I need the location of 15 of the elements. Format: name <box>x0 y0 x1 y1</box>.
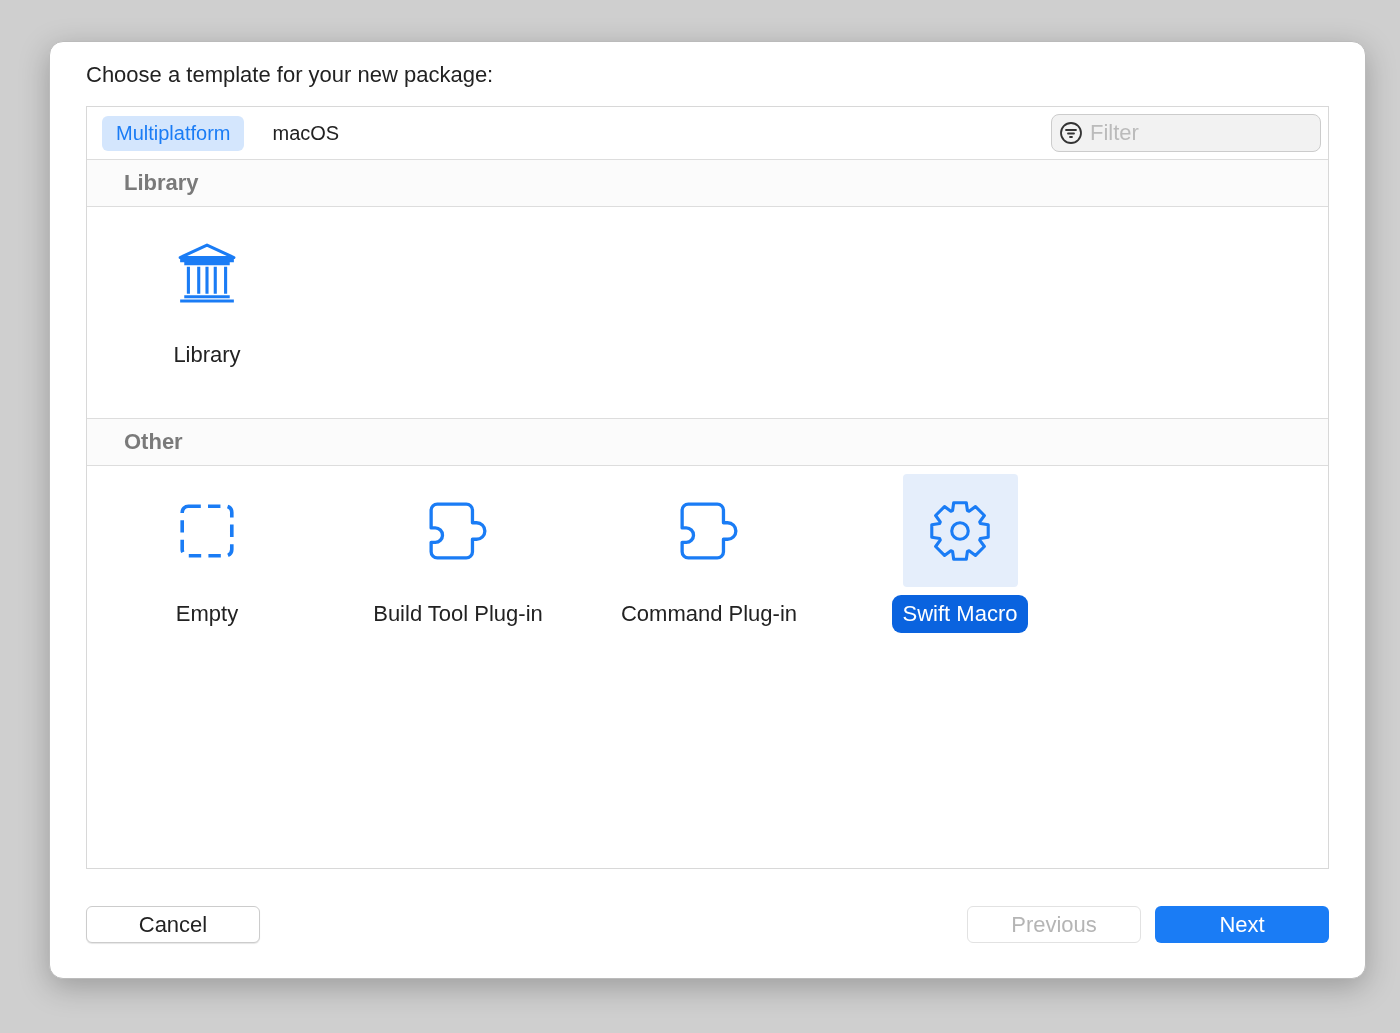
dialog-button[interactable]: Next <box>1155 906 1329 943</box>
dialog-title: Choose a template for your new package: <box>86 62 495 89</box>
template-label[interactable]: Swift Macro <box>891 595 1029 633</box>
section-header: Library <box>87 160 1328 207</box>
tab[interactable]: macOS <box>258 115 354 151</box>
template-label[interactable]: Command Plug-in <box>609 595 809 633</box>
template-label[interactable]: Build Tool Plug-in <box>362 595 554 633</box>
puzzle-piece-icon[interactable] <box>678 499 740 562</box>
gear-icon[interactable] <box>929 499 991 562</box>
template-label[interactable]: Library <box>162 336 252 374</box>
puzzle-piece-icon[interactable] <box>427 499 489 562</box>
template-label[interactable]: Empty <box>164 595 250 633</box>
icon-highlight[interactable] <box>902 474 1018 587</box>
section-header: Other <box>87 419 1328 466</box>
dialog-button[interactable]: Cancel <box>86 906 260 943</box>
